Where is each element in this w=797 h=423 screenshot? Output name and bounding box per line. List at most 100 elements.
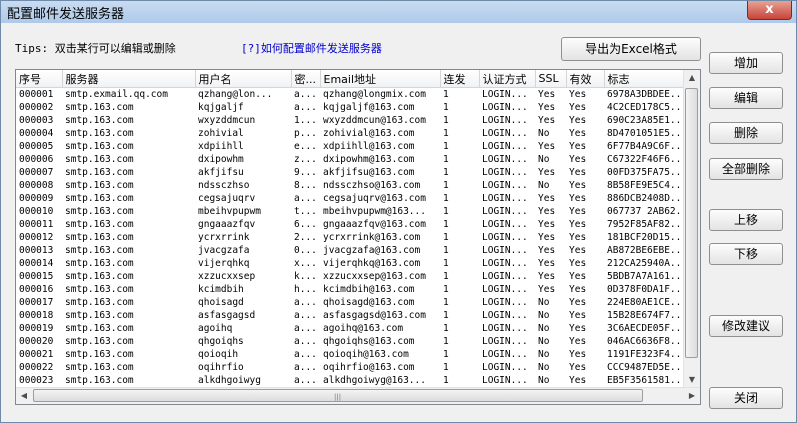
move-up-button[interactable]: 上移 xyxy=(709,209,783,231)
table-row[interactable]: 000004 smtp.163.com zohivial p... zohivial@1… xyxy=(16,127,696,140)
table-cell: Yes xyxy=(538,102,556,113)
column-header[interactable]: Email地址 xyxy=(320,70,441,88)
table-cell: smtp.163.com xyxy=(65,284,134,295)
triangle-left-icon[interactable]: ◀ xyxy=(17,388,31,404)
table-cell: smtp.163.com xyxy=(65,102,134,113)
vertical-scrollbar[interactable]: ▲ ▼ xyxy=(683,70,700,388)
move-down-button[interactable]: 下移 xyxy=(709,243,783,265)
table-cell: oqihrfio@163.com xyxy=(323,362,415,373)
table-row[interactable]: 000008 smtp.163.com ndssczhso 8... ndssczhso… xyxy=(16,179,696,192)
help-link[interactable]: [?]如何配置邮件发送服务器 xyxy=(241,40,382,56)
table-cell: qhoisagd xyxy=(198,297,244,308)
table-cell: 000014 xyxy=(19,258,54,269)
window-close-button[interactable]: x xyxy=(747,1,792,20)
column-header[interactable]: 服务器 xyxy=(62,70,196,88)
table-cell: cegsajuqrv xyxy=(198,193,256,204)
table-row[interactable]: 000019 smtp.163.com agoihq a... agoihq@163.c… xyxy=(16,322,696,335)
table-cell: Yes xyxy=(569,154,587,165)
table-row[interactable]: 000018 smtp.163.com asfasgagsd a... asfasgag… xyxy=(16,309,696,322)
table-row[interactable]: 000003 smtp.163.com wxyzddmcun 1... wxyzddmc… xyxy=(16,114,696,127)
table-cell: Yes xyxy=(538,245,556,256)
table-row[interactable]: 000017 smtp.163.com qhoisagd a... qhoisagd@1… xyxy=(16,296,696,309)
table-cell: LOGIN... xyxy=(482,102,528,113)
table-cell: No xyxy=(538,310,550,321)
column-header[interactable]: 密... xyxy=(291,70,321,88)
column-header[interactable]: SSL xyxy=(535,70,567,88)
table-cell: 1 xyxy=(443,258,449,269)
title-bar[interactable]: 配置邮件发送服务器 x xyxy=(1,1,796,23)
table-row[interactable]: 000016 smtp.163.com kcimdbih h... kcimdbih@1… xyxy=(16,283,696,296)
triangle-right-icon[interactable]: ▶ xyxy=(685,388,699,404)
table-row[interactable]: 000023 smtp.163.com alkdhgoiwyg a... alkdhgo… xyxy=(16,374,696,387)
table-cell: 000019 xyxy=(19,323,54,334)
table-cell: gngaaazfqv@163.com xyxy=(323,219,426,230)
table-cell: LOGIN... xyxy=(482,141,528,152)
table-row[interactable]: 000013 smtp.163.com jvacgzafa 0... jvacgzafa… xyxy=(16,244,696,257)
table-cell: smtp.163.com xyxy=(65,232,134,243)
add-button[interactable]: 增加 xyxy=(709,52,783,74)
table-cell: 000023 xyxy=(19,375,54,386)
table-cell: No xyxy=(538,336,550,347)
table-row[interactable]: 000022 smtp.163.com oqihrfio a... oqihrfio@1… xyxy=(16,361,696,374)
table-cell: 000004 xyxy=(19,128,54,139)
table-cell: a... xyxy=(294,375,317,386)
table-cell: Yes xyxy=(569,310,587,321)
server-list[interactable]: 序号 服务器 用户名 密... Email地址 连发 认证方式 SSL 有效 标志 000001 s… xyxy=(15,69,701,405)
suggest-button[interactable]: 修改建议 xyxy=(709,315,783,337)
table-row[interactable]: 000021 smtp.163.com qoioqih a... qoioqih@163… xyxy=(16,348,696,361)
table-cell: Yes xyxy=(569,193,587,204)
table-row[interactable]: 000012 smtp.163.com ycrxrrink 2... ycrxrrink… xyxy=(16,231,696,244)
table-row[interactable]: 000001 smtp.exmail.qq.com qzhang@lon... a..… xyxy=(16,88,696,102)
table-row[interactable]: 000015 smtp.163.com xzzucxxsep k... xzzucxxs… xyxy=(16,270,696,283)
export-excel-button[interactable]: 导出为Excel格式 xyxy=(561,37,701,61)
triangle-up-icon[interactable]: ▲ xyxy=(685,70,699,86)
table-cell: zohivial@163.com xyxy=(323,128,415,139)
table-cell: 000002 xyxy=(19,102,54,113)
table-row[interactable]: 000010 smtp.163.com mbeihvpupwm t... mbeihvp… xyxy=(16,205,696,218)
close-button[interactable]: 关闭 xyxy=(709,387,783,409)
table-cell: LOGIN... xyxy=(482,89,528,100)
column-header[interactable]: 有效 xyxy=(566,70,605,88)
edit-button[interactable]: 编辑 xyxy=(709,87,783,109)
table-cell: cegsajuqrv@163.com xyxy=(323,193,426,204)
table-cell: 000006 xyxy=(19,154,54,165)
delete-button[interactable]: 删除 xyxy=(709,122,783,144)
table-cell: Yes xyxy=(569,336,587,347)
table-cell: a... xyxy=(294,362,317,373)
horizontal-scroll-thumb[interactable]: ||| xyxy=(33,389,643,402)
horizontal-scrollbar[interactable]: ◀ ||| ▶ xyxy=(16,387,700,404)
table-cell: 000022 xyxy=(19,362,54,373)
table-cell: xzzucxxsep xyxy=(198,271,256,282)
table-row[interactable]: 000020 smtp.163.com qhgoiqhs a... qhgoiqhs@1… xyxy=(16,335,696,348)
table-row[interactable]: 000002 smtp.163.com kqjgaljf a... kqjgaljf@1… xyxy=(16,101,696,114)
table-cell: a... xyxy=(294,297,317,308)
column-header[interactable]: 连发 xyxy=(440,70,480,88)
column-header[interactable]: 认证方式 xyxy=(479,70,536,88)
table-cell: smtp.163.com xyxy=(65,297,134,308)
table-row[interactable]: 000011 smtp.163.com gngaaazfqv 6... gngaaazf… xyxy=(16,218,696,231)
table-header: 序号 服务器 用户名 密... Email地址 连发 认证方式 SSL 有效 标志 xyxy=(16,70,697,88)
vertical-scroll-thumb[interactable] xyxy=(685,88,698,358)
delete-all-button[interactable]: 全部删除 xyxy=(709,158,783,180)
table-cell: Yes xyxy=(569,167,587,178)
table-cell: LOGIN... xyxy=(482,349,528,360)
table-cell: 000018 xyxy=(19,310,54,321)
table-cell: Yes xyxy=(538,284,556,295)
table-row[interactable]: 000009 smtp.163.com cegsajuqrv a... cegsajuq… xyxy=(16,192,696,205)
table-row[interactable]: 000006 smtp.163.com dxipowhm z... dxipowhm@1… xyxy=(16,153,696,166)
triangle-down-icon[interactable]: ▼ xyxy=(685,372,699,388)
table-cell: wxyzddmcun xyxy=(198,115,256,126)
table-cell: Yes xyxy=(538,232,556,243)
table-cell: 000017 xyxy=(19,297,54,308)
table-cell: akfjifsu@163.com xyxy=(323,167,415,178)
table-cell: ndssczhso xyxy=(198,180,250,191)
column-header[interactable]: 序号 xyxy=(16,70,63,88)
table-cell: asfasgagsd@163.com xyxy=(323,310,426,321)
table-row[interactable]: 000007 smtp.163.com akfjifsu 9... akfjifsu@1… xyxy=(16,166,696,179)
table-cell: a... xyxy=(294,336,317,347)
column-header[interactable]: 用户名 xyxy=(195,70,292,88)
table-row[interactable]: 000005 smtp.163.com xdpiihll e... xdpiihll@1… xyxy=(16,140,696,153)
table-cell: LOGIN... xyxy=(482,375,528,386)
table-cell: ycrxrrink@163.com xyxy=(323,232,421,243)
table-row[interactable]: 000014 smtp.163.com vijerqhkq x... vijerqhkq… xyxy=(16,257,696,270)
